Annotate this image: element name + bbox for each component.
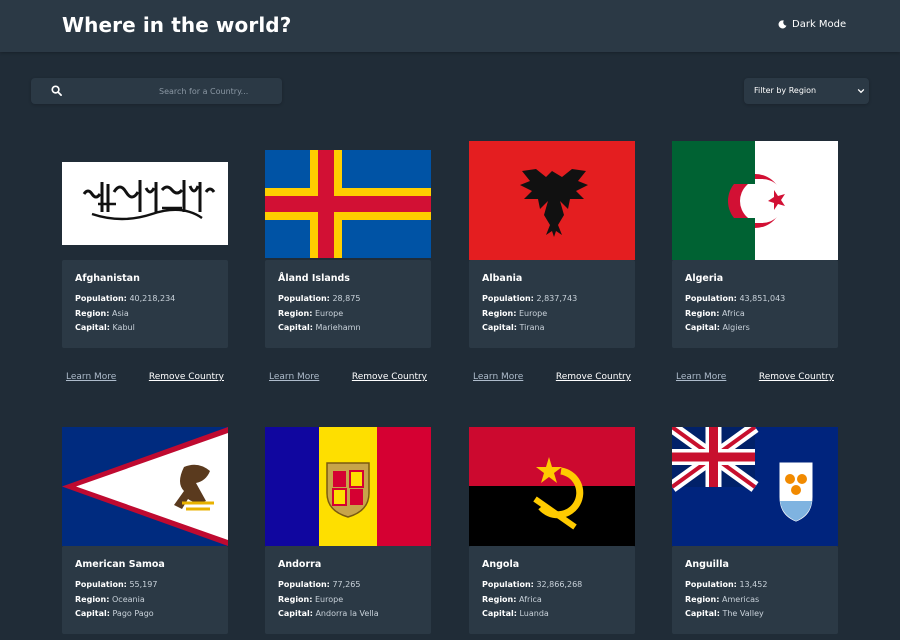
region-label: Region: <box>482 594 517 604</box>
population-value: 55,197 <box>129 580 158 589</box>
learn-more-link[interactable]: Learn More <box>676 372 726 382</box>
capital-value: Andorra la Vella <box>315 609 379 618</box>
capital-label: Capital: <box>482 609 517 618</box>
chevron-down-icon <box>857 89 865 94</box>
population-label: Population: <box>482 580 534 589</box>
population-value: 43,851,043 <box>739 294 786 303</box>
capital-label: Capital: <box>75 323 110 332</box>
country-info: Angola Population: 32,866,268 Region: Af… <box>469 546 635 634</box>
capital-label: Capital: <box>75 609 110 618</box>
country-info: Afghanistan Population: 40,218,234 Regio… <box>62 260 228 348</box>
search-input[interactable] <box>91 78 276 104</box>
capital-label: Capital: <box>278 609 313 618</box>
flag-image-aland-islands <box>265 150 431 258</box>
flag-image-andorra <box>265 427 431 546</box>
country-info: Albania Population: 2,837,743 Region: Eu… <box>469 260 635 348</box>
capital-value: The Valley <box>722 609 764 618</box>
country-name: Åland Islands <box>278 273 350 284</box>
population-label: Population: <box>278 294 330 303</box>
card-actions: Learn More Remove Country <box>62 372 228 386</box>
population-label: Population: <box>482 294 534 303</box>
region-label: Region: <box>685 308 720 318</box>
flag-image-angola <box>469 427 635 546</box>
flag-image-american-samoa <box>62 427 228 546</box>
region-label: Region: <box>685 594 720 604</box>
search-icon <box>51 85 62 96</box>
population-value: 40,218,234 <box>129 294 176 303</box>
country-name: Albania <box>482 273 523 284</box>
country-name: American Samoa <box>75 559 165 570</box>
region-value: Americas <box>722 594 760 604</box>
country-name: Afghanistan <box>75 273 140 284</box>
dark-mode-toggle[interactable]: Dark Mode <box>778 19 846 30</box>
capital-label: Capital: <box>278 323 313 332</box>
region-value: Europe <box>315 594 344 604</box>
population-value: 2,837,743 <box>536 294 578 303</box>
country-name: Angola <box>482 559 520 570</box>
region-label: Region: <box>482 308 517 318</box>
capital-label: Capital: <box>685 609 720 618</box>
region-value: Asia <box>112 308 129 318</box>
capital-label: Capital: <box>685 323 720 332</box>
country-name: Algeria <box>685 273 724 284</box>
flag-image-albania <box>469 141 635 260</box>
remove-country-button[interactable]: Remove Country <box>759 372 834 382</box>
region-value: Africa <box>519 594 542 604</box>
country-info: American Samoa Population: 55,197 Region… <box>62 546 228 634</box>
remove-country-button[interactable]: Remove Country <box>149 372 224 382</box>
learn-more-link[interactable]: Learn More <box>66 372 116 382</box>
page-title: Where in the world? <box>62 13 292 37</box>
capital-label: Capital: <box>482 323 517 332</box>
population-label: Population: <box>685 580 737 589</box>
app-header: Where in the world? Dark Mode <box>0 0 900 52</box>
population-value: 13,452 <box>739 580 768 589</box>
population-value: 28,875 <box>332 294 361 303</box>
region-label: Region: <box>278 308 313 318</box>
moon-icon <box>778 20 787 29</box>
learn-more-link[interactable]: Learn More <box>269 372 319 382</box>
capital-value: Tirana <box>519 323 545 332</box>
country-name: Andorra <box>278 559 322 570</box>
population-label: Population: <box>278 580 330 589</box>
remove-country-button[interactable]: Remove Country <box>556 372 631 382</box>
flag-image-anguilla <box>672 427 838 546</box>
flag-image-afghanistan <box>62 162 228 245</box>
region-label: Region: <box>75 594 110 604</box>
dark-mode-label: Dark Mode <box>792 19 847 30</box>
region-value: Africa <box>722 308 745 318</box>
country-info: Åland Islands Population: 28,875 Region:… <box>265 260 431 348</box>
population-label: Population: <box>75 580 127 589</box>
population-value: 32,866,268 <box>536 580 583 589</box>
learn-more-link[interactable]: Learn More <box>473 372 523 382</box>
capital-value: Pago Pago <box>112 609 154 618</box>
search-bar[interactable] <box>31 78 282 104</box>
region-filter-label: Filter by Region <box>754 86 817 95</box>
remove-country-button[interactable]: Remove Country <box>352 372 427 382</box>
country-name: Anguilla <box>685 559 729 570</box>
flag-image-algeria <box>672 141 838 260</box>
region-value: Oceania <box>112 594 145 604</box>
capital-value: Luanda <box>519 609 549 618</box>
capital-value: Kabul <box>112 323 135 332</box>
country-info: Anguilla Population: 13,452 Region: Amer… <box>672 546 838 634</box>
card-actions: Learn More Remove Country <box>265 372 431 386</box>
region-value: Europe <box>519 308 548 318</box>
capital-value: Mariehamn <box>315 323 361 332</box>
capital-value: Algiers <box>722 323 750 332</box>
population-value: 77,265 <box>332 580 361 589</box>
population-label: Population: <box>75 294 127 303</box>
region-label: Region: <box>75 308 110 318</box>
region-value: Europe <box>315 308 344 318</box>
region-filter-select[interactable]: Filter by Region <box>744 78 869 104</box>
card-actions: Learn More Remove Country <box>672 372 838 386</box>
card-actions: Learn More Remove Country <box>469 372 635 386</box>
country-info: Algeria Population: 43,851,043 Region: A… <box>672 260 838 348</box>
population-label: Population: <box>685 294 737 303</box>
country-info: Andorra Population: 77,265 Region: Europ… <box>265 546 431 634</box>
region-label: Region: <box>278 594 313 604</box>
